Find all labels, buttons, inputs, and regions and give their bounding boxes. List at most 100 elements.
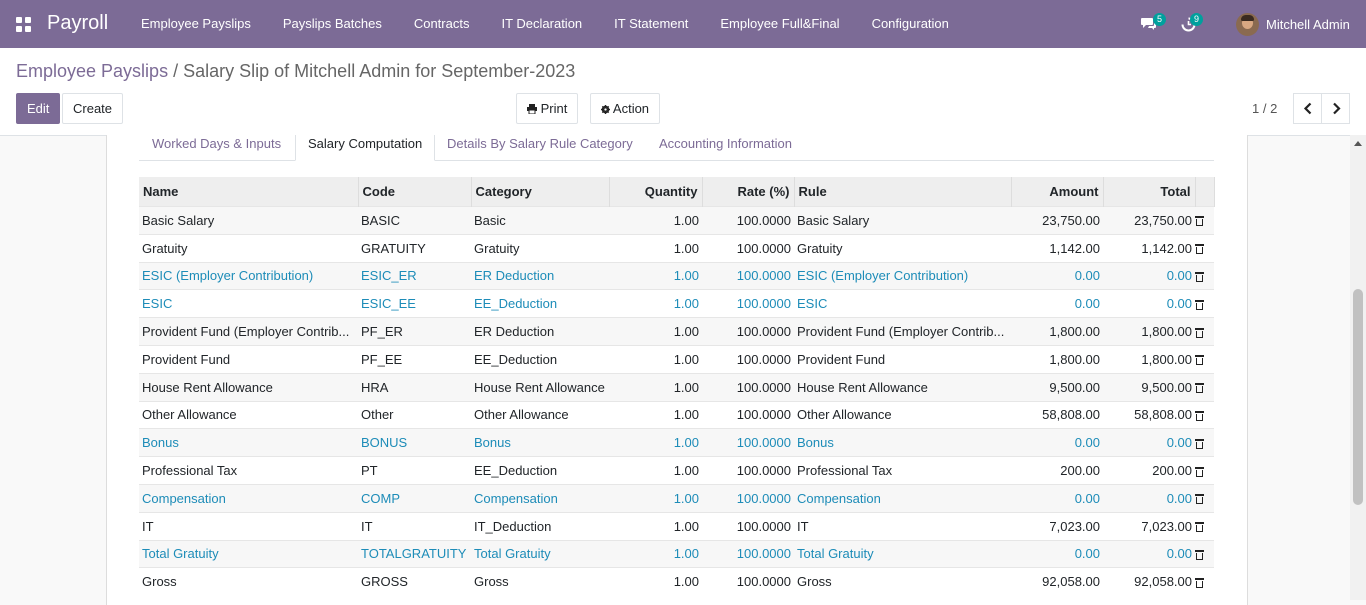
menu-item-it-declaration[interactable]: IT Declaration — [485, 0, 598, 48]
delete-row-button[interactable] — [1195, 539, 1214, 568]
page-scrollbar[interactable] — [1350, 135, 1366, 600]
cell-rate: 100.0000 — [702, 483, 794, 513]
table-row[interactable]: Gratuity GRATUITY Gratuity 1.00 100.0000 Grat… — [139, 233, 1214, 263]
app-name[interactable]: Payroll — [47, 12, 108, 35]
column-header-rule[interactable]: Rule — [794, 177, 1012, 207]
trash-icon — [1195, 383, 1204, 394]
column-header-amount[interactable]: Amount — [1011, 177, 1104, 207]
column-header-quantity[interactable]: Quantity — [609, 177, 703, 207]
cell-code: PT — [358, 456, 471, 485]
cell-rate: 100.0000 — [702, 511, 794, 541]
trash-icon — [1195, 244, 1204, 255]
table-row[interactable]: Compensation COMP Compensation 1.00 100.0000… — [139, 483, 1214, 513]
action-button[interactable]: Action — [590, 93, 661, 124]
delete-row-button[interactable] — [1195, 372, 1214, 402]
table-row[interactable]: Other Allowance Other Other Allowance 1.00 1… — [139, 400, 1214, 429]
trash-icon — [1195, 299, 1204, 310]
print-button[interactable]: Print — [516, 93, 579, 124]
delete-row-button[interactable] — [1195, 289, 1214, 318]
cell-rate: 100.0000 — [702, 400, 794, 429]
table-row[interactable]: Basic Salary BASIC Basic 1.00 100.0000 Basic … — [139, 206, 1214, 235]
scroll-up-arrow-icon[interactable] — [1354, 141, 1362, 146]
table-row[interactable]: Provident Fund (Employer Contrib... PF_ER… — [139, 317, 1214, 346]
table-row[interactable]: Bonus BONUS Bonus 1.00 100.0000 Bonus 0.00 0.00 — [139, 428, 1214, 457]
cell-rate: 100.0000 — [702, 567, 794, 596]
column-header-delete — [1195, 177, 1215, 207]
table-row[interactable]: Total Gratuity TOTALGRATUITY Total Gratuit… — [139, 539, 1214, 568]
column-header-code[interactable]: Code — [358, 177, 472, 207]
table-row[interactable]: IT IT IT_Deduction 1.00 100.0000 IT 7,023.00 7,… — [139, 511, 1214, 541]
delete-row-button[interactable] — [1195, 261, 1214, 290]
cell-total: 0.00 — [1103, 428, 1195, 457]
delete-row-button[interactable] — [1195, 483, 1214, 513]
breadcrumb-parent[interactable]: Employee Payslips — [16, 61, 168, 81]
table-row[interactable]: Professional Tax PT EE_Deduction 1.00 100.00… — [139, 456, 1214, 485]
user-name[interactable]: Mitchell Admin — [1266, 17, 1350, 32]
menu-item-it-statement[interactable]: IT Statement — [598, 0, 704, 48]
menu-item-employee-full-final[interactable]: Employee Full&Final — [704, 0, 855, 48]
cell-category: Total Gratuity — [471, 539, 609, 568]
breadcrumb-separator: / — [173, 61, 179, 81]
cell-rule: Compensation — [794, 483, 1011, 513]
cell-rate: 100.0000 — [702, 539, 794, 568]
tab-details-by-salary-rule-category[interactable]: Details By Salary Rule Category — [435, 135, 645, 160]
menu-item-contracts[interactable]: Contracts — [398, 0, 486, 48]
column-header-total[interactable]: Total — [1103, 177, 1196, 207]
cell-rule: Basic Salary — [794, 206, 1011, 235]
cell-rule: Other Allowance — [794, 400, 1011, 429]
cell-quantity: 1.00 — [609, 400, 702, 429]
column-header-category[interactable]: Category — [471, 177, 610, 207]
cell-category: Gratuity — [471, 233, 609, 263]
cell-name: Gross — [139, 567, 358, 596]
cell-name: Other Allowance — [139, 400, 358, 429]
cell-code: PF_ER — [358, 317, 471, 346]
delete-row-button[interactable] — [1195, 511, 1214, 541]
column-header-name[interactable]: Name — [139, 177, 359, 207]
cell-category: ER Deduction — [471, 317, 609, 346]
tab-accounting-information[interactable]: Accounting Information — [647, 135, 804, 160]
cell-rule: Professional Tax — [794, 456, 1011, 485]
user-avatar[interactable] — [1236, 13, 1259, 36]
table-row[interactable]: ESIC (Employer Contribution) ESIC_ER ER De… — [139, 261, 1214, 290]
table-row[interactable]: House Rent Allowance HRA House Rent Allowa… — [139, 372, 1214, 402]
delete-row-button[interactable] — [1195, 428, 1214, 457]
form-sheet: Worked Days & Inputs Salary Computation … — [106, 135, 1248, 605]
trash-icon — [1195, 327, 1204, 338]
cell-code: TOTALGRATUITY — [358, 539, 471, 568]
table-row[interactable]: ESIC ESIC_EE EE_Deduction 1.00 100.0000 ESIC 0… — [139, 289, 1214, 318]
pager-next-button[interactable] — [1321, 93, 1350, 124]
delete-row-button[interactable] — [1195, 233, 1214, 263]
main-menu: Employee Payslips Payslips Batches Contr… — [125, 0, 965, 48]
cell-quantity: 1.00 — [609, 567, 702, 596]
cell-amount: 0.00 — [1011, 539, 1103, 568]
edit-button[interactable]: Edit — [16, 93, 61, 124]
delete-row-button[interactable] — [1195, 567, 1214, 596]
delete-row-button[interactable] — [1195, 317, 1214, 346]
menu-item-employee-payslips[interactable]: Employee Payslips — [125, 0, 267, 48]
scrollbar-thumb[interactable] — [1353, 289, 1363, 505]
table-row[interactable]: Provident Fund PF_EE EE_Deduction 1.00 100.0… — [139, 344, 1214, 374]
apps-menu-icon[interactable] — [16, 17, 32, 33]
cell-code: PF_EE — [358, 344, 471, 374]
cell-rule: IT — [794, 511, 1011, 541]
delete-row-button[interactable] — [1195, 206, 1214, 235]
column-header-rate[interactable]: Rate (%) — [702, 177, 795, 207]
cell-quantity: 1.00 — [609, 317, 702, 346]
cell-quantity: 1.00 — [609, 206, 702, 235]
cell-amount: 0.00 — [1011, 289, 1103, 318]
delete-row-button[interactable] — [1195, 400, 1214, 429]
cell-amount: 23,750.00 — [1011, 206, 1103, 235]
delete-row-button[interactable] — [1195, 344, 1214, 374]
pager-previous-button[interactable] — [1293, 93, 1322, 124]
menu-item-configuration[interactable]: Configuration — [856, 0, 965, 48]
cell-code: ESIC_ER — [358, 261, 471, 290]
table-row[interactable]: Gross GROSS Gross 1.00 100.0000 Gross 92,058.0… — [139, 567, 1214, 596]
menu-item-payslips-batches[interactable]: Payslips Batches — [267, 0, 398, 48]
create-button[interactable]: Create — [62, 93, 124, 124]
tab-worked-days-inputs[interactable]: Worked Days & Inputs — [140, 135, 293, 160]
pager-value[interactable]: 1 / 2 — [1252, 101, 1277, 116]
delete-row-button[interactable] — [1195, 456, 1214, 485]
cell-amount: 200.00 — [1011, 456, 1103, 485]
tab-salary-computation[interactable]: Salary Computation — [295, 135, 436, 161]
breadcrumb-current: Salary Slip of Mitchell Admin for Septem… — [183, 61, 576, 81]
